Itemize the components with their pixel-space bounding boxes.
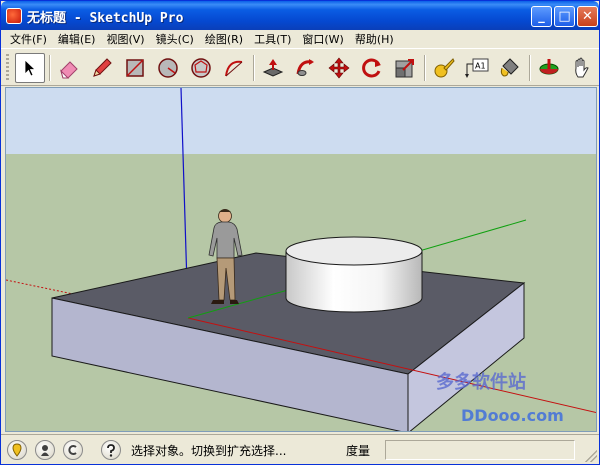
orbit-tool[interactable] bbox=[534, 53, 564, 83]
menu-window[interactable]: 窗口(W) bbox=[297, 31, 349, 47]
follow-me-tool[interactable] bbox=[291, 53, 321, 83]
scale-tool[interactable] bbox=[390, 53, 420, 83]
arc-tool[interactable] bbox=[219, 53, 249, 83]
pencil-icon bbox=[93, 58, 112, 77]
measurements-label: 度量 bbox=[346, 444, 371, 458]
tape-measure-icon bbox=[434, 58, 455, 78]
rectangle-tool[interactable] bbox=[120, 53, 150, 83]
text-icon: A1 bbox=[465, 58, 489, 78]
paint-bucket-icon bbox=[500, 58, 519, 77]
pencil-tool[interactable] bbox=[87, 53, 117, 83]
toolbar-separator bbox=[424, 55, 426, 81]
copyright-icon[interactable] bbox=[63, 440, 83, 460]
pan-tool[interactable] bbox=[567, 53, 597, 83]
polygon-icon bbox=[191, 58, 211, 78]
text-tool[interactable]: A1 bbox=[462, 53, 492, 83]
main-toolbar: A1 bbox=[1, 48, 599, 86]
menu-camera[interactable]: 镜头(C) bbox=[151, 31, 200, 47]
move-tool[interactable] bbox=[324, 53, 354, 83]
move-icon bbox=[328, 57, 350, 79]
minimize-button[interactable]: _ bbox=[531, 6, 552, 27]
toolbar-separator bbox=[253, 55, 255, 81]
status-bar: 选择对象。切换到扩充选择... 度量 bbox=[1, 434, 599, 464]
rotate-icon bbox=[362, 58, 381, 78]
menu-view[interactable]: 视图(V) bbox=[101, 31, 150, 47]
menu-help[interactable]: 帮助(H) bbox=[350, 31, 400, 47]
toolbar-separator bbox=[529, 55, 531, 81]
measurements-input[interactable] bbox=[385, 440, 575, 460]
circle-tool[interactable] bbox=[153, 53, 183, 83]
rotate-tool[interactable] bbox=[357, 53, 387, 83]
maximize-button[interactable]: □ bbox=[554, 6, 575, 27]
toolbar-separator bbox=[49, 55, 51, 81]
follow-me-icon bbox=[296, 59, 314, 76]
menu-draw[interactable]: 绘图(R) bbox=[200, 31, 249, 47]
push-pull-tool[interactable] bbox=[258, 53, 288, 83]
window-title: 无标题 - SketchUp Pro bbox=[27, 11, 184, 26]
toolbar-grip[interactable] bbox=[6, 54, 9, 82]
sketchup-app-icon[interactable] bbox=[6, 8, 22, 24]
sky bbox=[6, 88, 596, 154]
title-bar[interactable]: 无标题 - SketchUp Pro _ □ ✕ bbox=[1, 1, 599, 30]
rectangle-icon bbox=[126, 59, 144, 77]
arrow-icon bbox=[24, 59, 37, 77]
paint-bucket-tool[interactable] bbox=[495, 53, 525, 83]
tape-measure-tool[interactable] bbox=[429, 53, 459, 83]
eraser-tool[interactable] bbox=[54, 53, 84, 83]
watermark-brand: 多多软件站 bbox=[436, 371, 526, 393]
status-message: 选择对象。切换到扩充选择... bbox=[131, 444, 287, 458]
menu-tools[interactable]: 工具(T) bbox=[249, 31, 297, 47]
scene-canvas: 多多软件站 DDooo.com bbox=[6, 88, 596, 431]
push-pull-icon bbox=[262, 59, 284, 77]
scale-icon bbox=[395, 59, 414, 78]
select-tool[interactable] bbox=[15, 53, 45, 83]
help-icon[interactable] bbox=[101, 440, 121, 460]
hand-icon bbox=[575, 57, 589, 78]
watermark-site: DDooo.com bbox=[461, 406, 564, 425]
polygon-tool[interactable] bbox=[186, 53, 216, 83]
close-button[interactable]: ✕ bbox=[577, 6, 598, 27]
credits-icon[interactable] bbox=[35, 440, 55, 460]
modeling-viewport[interactable]: 多多软件站 DDooo.com bbox=[5, 87, 597, 432]
arc-icon bbox=[225, 60, 243, 77]
menu-edit[interactable]: 编辑(E) bbox=[53, 31, 102, 47]
menu-file[interactable]: 文件(F) bbox=[5, 31, 53, 47]
cylinder-top bbox=[285, 236, 423, 266]
text-tool-label: A1 bbox=[475, 62, 486, 71]
circle-icon bbox=[158, 58, 178, 78]
eraser-icon bbox=[59, 61, 78, 79]
resize-grip[interactable] bbox=[585, 450, 597, 462]
menu-bar: 文件(F) 编辑(E) 视图(V) 镜头(C) 绘图(R) 工具(T) 窗口(W… bbox=[1, 30, 599, 48]
geo-location-icon[interactable] bbox=[7, 440, 27, 460]
sketchup-window: 无标题 - SketchUp Pro _ □ ✕ 文件(F) 编辑(E) 视图(… bbox=[0, 0, 600, 465]
orbit-icon bbox=[539, 59, 559, 75]
